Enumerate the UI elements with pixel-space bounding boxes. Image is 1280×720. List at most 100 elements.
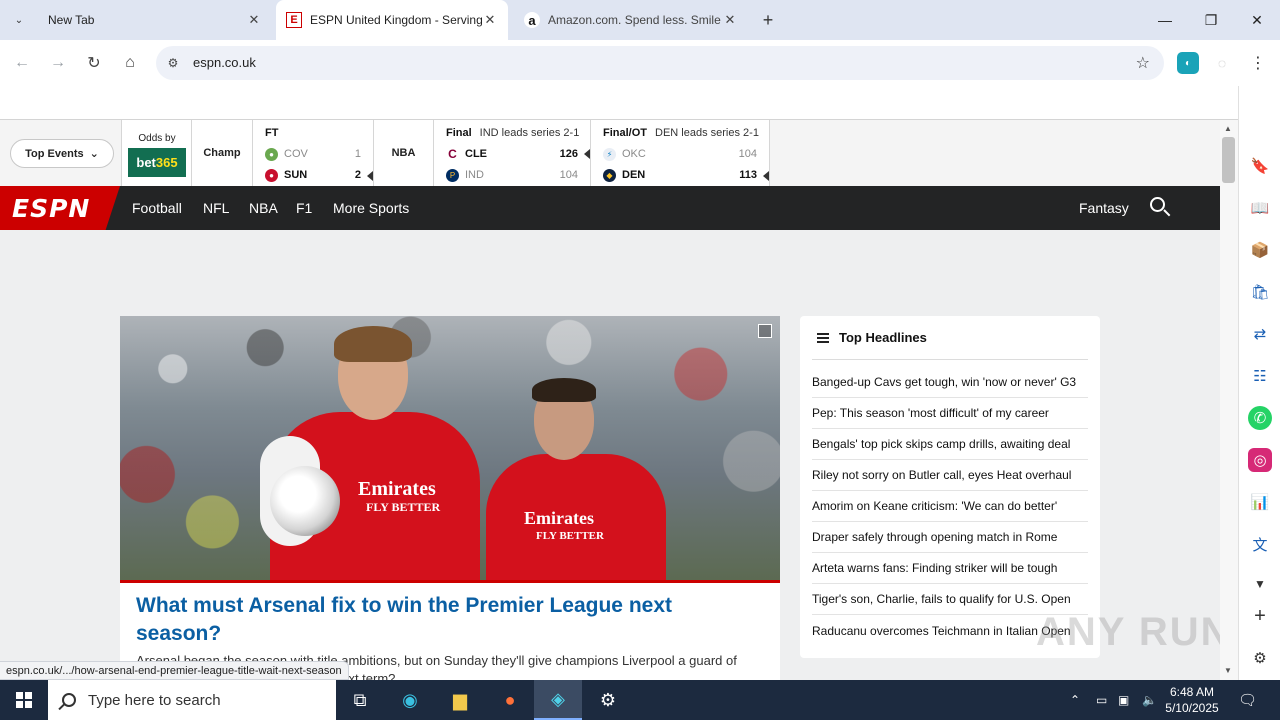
tab-amazon[interactable]: a Amazon.com. Spend less. Smile ✕ [514, 0, 748, 40]
task-view-icon[interactable]: ⧉ [336, 680, 384, 720]
game-card-okc-den[interactable]: Final/OT DEN leads series 2-1 ⚡ OKC 104 ◆… [591, 120, 770, 186]
scroll-up-arrow-icon[interactable]: ▲ [1224, 124, 1232, 133]
headline-link[interactable]: Bengals' top pick skips camp drills, awa… [812, 429, 1088, 460]
football-ball [270, 466, 340, 536]
close-icon[interactable]: ✕ [722, 12, 738, 28]
scrollbar-thumb[interactable] [1222, 137, 1235, 183]
tab-new-tab[interactable]: New Tab ✕ [38, 0, 272, 40]
chevron-down-icon[interactable]: ▼ [1248, 572, 1272, 596]
sponsor-right: 365 [155, 155, 178, 170]
nav-link-f1[interactable]: F1 [296, 200, 312, 216]
team-abbr: OKC [622, 148, 646, 160]
cavaliers-logo-icon: C [446, 147, 459, 161]
extension-toggle-icon[interactable]: ◐ [1177, 52, 1199, 74]
start-button[interactable] [0, 680, 48, 720]
back-arrow-icon[interactable]: ← [10, 51, 34, 75]
team-row: ◆ DEN [603, 167, 682, 183]
bookmark-star-icon[interactable]: ☆ [1136, 53, 1150, 73]
search-icon[interactable] [1150, 197, 1171, 217]
headline-link[interactable]: Arteta warns fans: Finding striker will … [812, 553, 1088, 584]
chevron-down-icon: ⌄ [14, 14, 24, 26]
league-label-champ[interactable]: Champ [192, 120, 253, 186]
tab-label: New Tab [48, 13, 95, 27]
list-icon [817, 333, 829, 343]
clock-time: 6:48 AM [1169, 685, 1215, 699]
minimize-icon[interactable]: — [1142, 0, 1188, 40]
nav-link-nba[interactable]: NBA [249, 200, 278, 216]
anyrun-watermark: ANY RUN [1036, 610, 1232, 654]
headline-link[interactable]: Riley not sorry on Butler call, eyes Hea… [812, 460, 1088, 491]
taskbar-search-box[interactable]: Type here to search [48, 680, 336, 720]
package-box-icon[interactable]: 📦 [1248, 238, 1272, 262]
nav-link-fantasy[interactable]: Fantasy [1079, 200, 1129, 216]
nav-link-more-sports[interactable]: More Sports [333, 200, 409, 216]
shopping-bag-icon[interactable]: 🛍 [1248, 280, 1272, 304]
language-translate-icon[interactable]: 文 [1248, 532, 1272, 556]
shirt-sponsor-tagline: FLY BETTER [536, 530, 604, 542]
notification-center-icon[interactable]: 🗨 [1238, 680, 1257, 720]
home-icon[interactable]: ⌂ [118, 51, 142, 75]
espn-favicon-icon: E [286, 12, 302, 28]
browser-side-panel: 🔖 📖 📦 🛍 ⇄ ☷ ✆ ◎ 📊 文 ▼ + ⚙ [1238, 86, 1280, 680]
game-card-cle-ind[interactable]: Final IND leads series 2-1 C CLE 126 P IN… [434, 120, 591, 186]
chart-icon[interactable]: 📊 [1248, 490, 1272, 514]
top-events-dropdown[interactable]: Top Events ⌄ [10, 139, 114, 168]
espn-logo[interactable]: ESPN [0, 186, 120, 230]
file-explorer-icon[interactable]: ▆ [436, 680, 484, 720]
volume-icon[interactable]: 🔈 [1142, 680, 1157, 720]
nav-link-football[interactable]: Football [132, 200, 182, 216]
close-icon[interactable]: ✕ [482, 12, 498, 28]
browser-menu-icon[interactable]: ⋮ [1247, 52, 1269, 74]
nav-link-nfl[interactable]: NFL [203, 200, 229, 216]
firefox-icon[interactable]: ● [486, 680, 534, 720]
reload-icon[interactable]: ↻ [82, 51, 106, 75]
close-icon[interactable]: ✕ [246, 12, 262, 28]
network-icon[interactable]: ▣ [1118, 680, 1129, 720]
league-label-nba[interactable]: NBA [374, 120, 434, 186]
game-card-cov-sun[interactable]: FT ● COV 1 ● SUN 2 [253, 120, 374, 186]
new-tab-plus-icon[interactable]: + [756, 8, 780, 32]
scroll-down-arrow-icon[interactable]: ▼ [1224, 666, 1232, 675]
add-plus-icon[interactable]: + [1248, 604, 1272, 628]
clock-date: 5/10/2025 [1165, 701, 1219, 715]
team-score: 104 [559, 169, 578, 181]
settings-gear-icon[interactable]: ⚙ [1248, 646, 1272, 670]
shirt-sponsor-tagline: FLY BETTER [366, 500, 441, 514]
hero-story-card[interactable]: Emirates FLY BETTER Emirates FLY BETTER … [120, 316, 780, 680]
window-close-icon[interactable]: ✕ [1234, 0, 1280, 40]
hero-image[interactable]: Emirates FLY BETTER Emirates FLY BETTER [120, 316, 780, 580]
tab-search-button[interactable]: ⌄ [6, 7, 32, 33]
bet365-logo[interactable]: bet 365 [128, 148, 186, 177]
restore-icon[interactable]: ❐ [1188, 0, 1234, 40]
headline-link[interactable]: Amorim on Keane criticism: 'We can do be… [812, 491, 1088, 522]
tab-espn[interactable]: E ESPN United Kingdom - Serving ✕ [276, 0, 508, 40]
headline-link[interactable]: Banged-up Cavs get tough, win 'now or ne… [812, 367, 1088, 398]
hero-headline[interactable]: What must Arsenal fix to win the Premier… [136, 592, 756, 648]
whatsapp-icon[interactable]: ✆ [1248, 406, 1272, 430]
hero-divider [120, 580, 780, 583]
winner-arrow-icon [367, 171, 373, 181]
settings-gear-icon[interactable]: ⚙ [584, 680, 632, 720]
instagram-icon[interactable]: ◎ [1248, 448, 1272, 472]
translate-icon[interactable]: ⇄ [1248, 322, 1272, 346]
sunderland-crest-icon: ● [265, 168, 278, 182]
calendar-list-icon[interactable]: ☷ [1248, 364, 1272, 388]
reading-book-icon[interactable]: 📖 [1248, 196, 1272, 220]
image-gallery-icon[interactable] [758, 324, 772, 338]
odds-sponsor-cell[interactable]: Odds by bet 365 [122, 120, 192, 186]
amazon-favicon-icon: a [524, 12, 540, 28]
page-scrollbar[interactable]: ▲ ▼ [1220, 120, 1238, 680]
bookmark-icon[interactable]: 🔖 [1248, 154, 1272, 178]
address-bar[interactable]: ⚙ espn.co.uk ☆ [156, 46, 1164, 80]
taskbar-clock[interactable]: 6:48 AM 5/10/2025 [1160, 684, 1224, 716]
tab-label: ESPN United Kingdom - Serving [310, 13, 482, 27]
chrome-like-browser-icon[interactable]: ◈ [534, 680, 582, 720]
headline-link[interactable]: Pep: This season 'most difficult' of my … [812, 398, 1088, 429]
battery-icon[interactable]: ▭ [1096, 680, 1107, 720]
forward-arrow-icon[interactable]: → [46, 51, 70, 75]
extension-loading-icon[interactable]: ◌ [1211, 52, 1233, 74]
edge-browser-icon[interactable]: ◉ [386, 680, 434, 720]
headline-link[interactable]: Draper safely through opening match in R… [812, 522, 1088, 553]
tray-overflow-chevron-icon[interactable]: ⌃ [1070, 680, 1080, 720]
site-info-icon[interactable]: ⚙ [164, 54, 182, 72]
